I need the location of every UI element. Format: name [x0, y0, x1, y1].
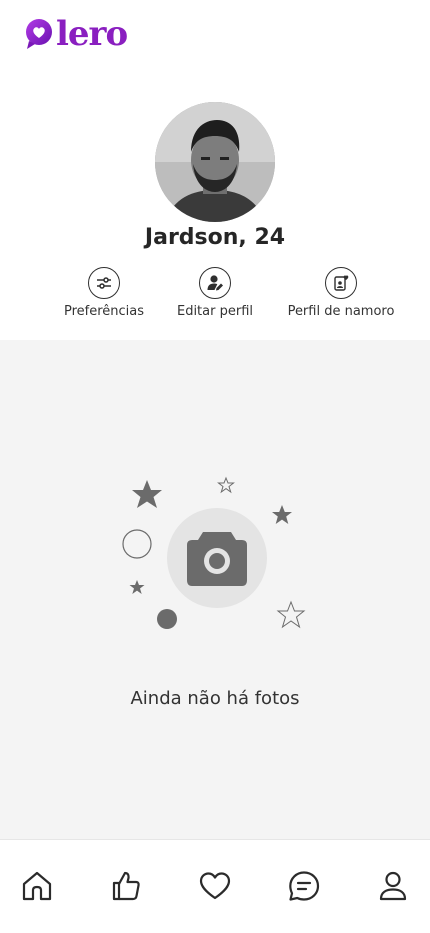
app-logo: lero [24, 14, 128, 54]
nav-chat[interactable] [286, 868, 322, 904]
empty-photos-illustration [122, 476, 306, 629]
circle-decoration [122, 529, 152, 559]
edit-profile-label: Editar perfil [176, 304, 253, 319]
dating-profile-button[interactable]: Perfil de namoro [287, 267, 395, 321]
star-decoration [217, 476, 235, 494]
edit-user-icon [199, 267, 231, 299]
edit-profile-button[interactable]: Editar perfil [175, 267, 255, 321]
preferences-button[interactable]: Preferências [64, 267, 144, 321]
nav-home[interactable] [19, 868, 55, 904]
nav-likes[interactable] [108, 868, 144, 904]
preferences-label: Preferências [63, 304, 145, 319]
nav-profile[interactable] [375, 868, 411, 904]
home-icon [22, 871, 52, 901]
chat-icon [289, 871, 320, 901]
dating-profile-icon [325, 267, 357, 299]
user-icon [379, 871, 407, 901]
logo-text: lero [56, 14, 128, 54]
nav-matches[interactable] [197, 868, 233, 904]
logo-heart-bubble-icon [26, 19, 52, 49]
bottom-navigation [0, 839, 430, 933]
profile-avatar[interactable] [155, 102, 275, 222]
star-decoration [276, 600, 306, 629]
camera-icon [187, 532, 247, 586]
star-decoration [129, 580, 145, 594]
profile-actions: Preferências Editar perfil Perfil de nam… [0, 267, 430, 327]
dot-decoration [157, 609, 177, 629]
star-decoration [272, 505, 292, 524]
photos-section: Ainda não há fotos [0, 340, 430, 839]
thumbs-up-icon [112, 871, 140, 901]
dating-profile-label: Perfil de namoro [287, 304, 395, 319]
empty-photos-message: Ainda não há fotos [130, 688, 300, 709]
profile-name: Jardson, 24 [144, 225, 286, 250]
sliders-icon [88, 267, 120, 299]
star-decoration [132, 480, 162, 508]
heart-icon [199, 872, 231, 900]
avatar-photo [155, 102, 275, 222]
